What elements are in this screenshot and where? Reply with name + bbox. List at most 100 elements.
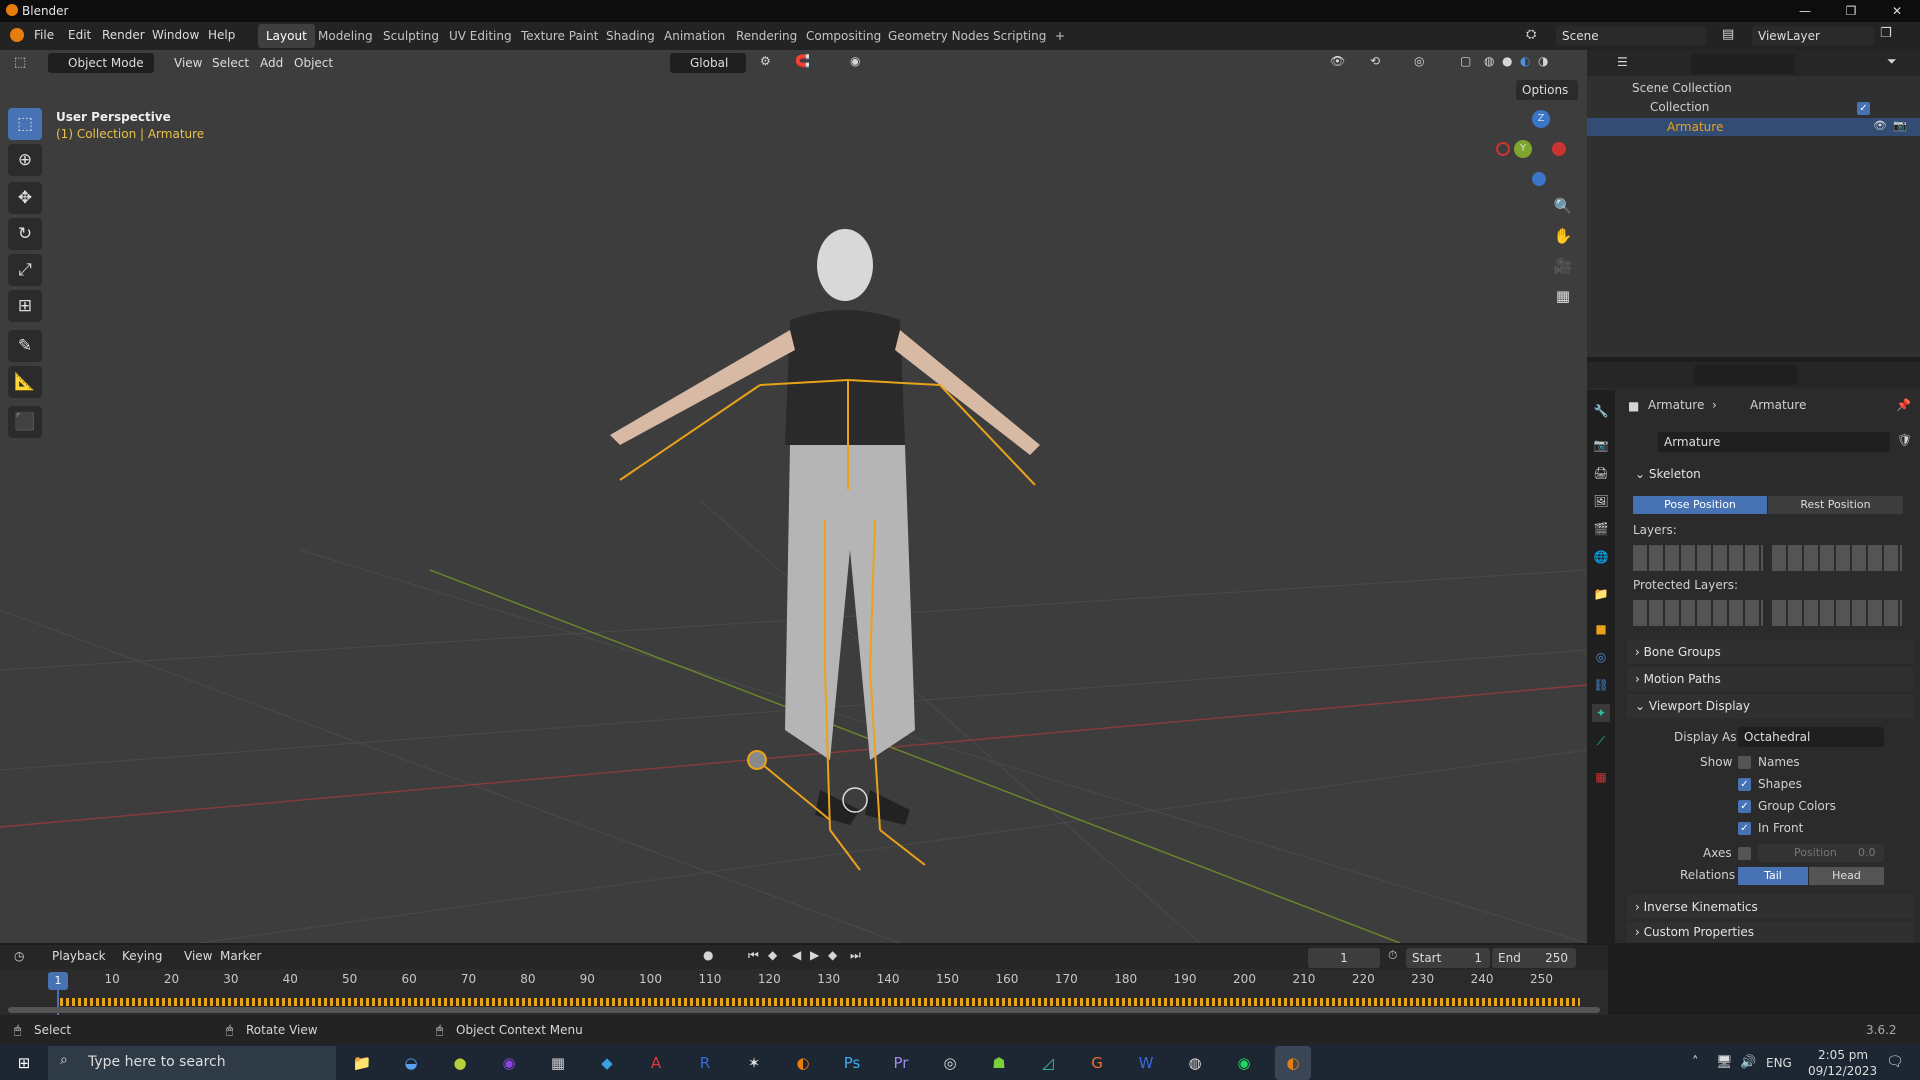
texture-tab-icon[interactable]: ▦ [1592, 768, 1610, 786]
editor-type-icon[interactable]: ⬚ [14, 55, 26, 70]
filter-icon[interactable]: ⏷ [1887, 54, 1897, 69]
properties-search-field[interactable] [1694, 365, 1798, 385]
bone-groups-panel-header[interactable]: › Bone Groups [1627, 640, 1913, 664]
solid-shading-icon[interactable]: ● [1502, 54, 1512, 68]
pan-hand-icon[interactable]: ✋ [1550, 223, 1576, 249]
viewport-menu-view[interactable]: View [168, 53, 208, 73]
outliner-selected-row[interactable] [1587, 118, 1920, 136]
premiere-icon[interactable]: Pr [883, 1046, 919, 1080]
tab-uv-editing[interactable]: UV Editing [441, 24, 520, 48]
breadcrumb-data[interactable]: Armature [1750, 398, 1806, 412]
breadcrumb-object[interactable]: Armature [1648, 398, 1704, 412]
measure-tool[interactable]: 📐 [8, 366, 42, 398]
relations-tail-button[interactable]: Tail [1738, 867, 1808, 885]
tab-compositing[interactable]: Compositing [798, 24, 889, 48]
gizmo-x-axis[interactable] [1552, 142, 1566, 156]
play-reverse-icon[interactable]: ◀ [792, 948, 801, 962]
constraints-tab-icon[interactable]: ⛓ [1592, 676, 1610, 694]
gizmo-y-axis[interactable]: Y [1514, 140, 1532, 158]
outliner-search-field[interactable] [1691, 54, 1795, 74]
minimize-button[interactable]: — [1782, 0, 1828, 22]
custom-properties-panel-header[interactable]: › Custom Properties [1627, 922, 1913, 942]
scene-collection-label[interactable]: Scene Collection [1632, 81, 1732, 95]
navigation-gizmo[interactable]: Z Y [1492, 110, 1572, 190]
relations-head-button[interactable]: Head [1809, 867, 1884, 885]
tab-shading[interactable]: Shading [598, 24, 663, 48]
current-frame-field[interactable]: 1 [1308, 948, 1380, 968]
close-button[interactable]: ✕ [1874, 0, 1920, 22]
physics-tab-icon[interactable]: ◎ [1592, 648, 1610, 666]
tray-chevron-icon[interactable]: ˄ [1692, 1055, 1699, 1070]
viewlayer-name-field[interactable]: ViewLayer [1752, 26, 1874, 46]
pin-icon[interactable]: 📌 [1896, 398, 1911, 412]
options-dropdown[interactable]: Options [1516, 80, 1578, 100]
rhino-icon[interactable]: ✶ [736, 1046, 772, 1080]
viewport-menu-select[interactable]: Select [206, 53, 255, 73]
clock-time[interactable]: 2:05 pm [1818, 1048, 1868, 1062]
armature-row[interactable]: Armature [1667, 120, 1723, 134]
cursor-tool[interactable]: ⊕ [8, 144, 42, 176]
menu-file[interactable]: File [34, 28, 54, 42]
prev-keyframe-icon[interactable]: ◆ [768, 948, 777, 962]
output-tab-icon[interactable]: 🖨 [1592, 464, 1610, 482]
viewlayer-icon[interactable]: ▤ [1722, 27, 1734, 42]
transform-tool[interactable]: ⊞ [8, 290, 42, 322]
tab-sculpting[interactable]: Sculpting [375, 24, 447, 48]
rendered-shading-icon[interactable]: ◑ [1538, 54, 1548, 68]
tab-texture-paint[interactable]: Texture Paint [513, 24, 606, 48]
add-cube-tool[interactable]: ⬛ [8, 406, 42, 438]
keyframe-summary-row[interactable] [60, 998, 1580, 1006]
protected-layers-grid-right[interactable] [1772, 600, 1902, 626]
pivot-icon[interactable]: ⚙ [760, 54, 771, 68]
rest-position-button[interactable]: Rest Position [1768, 496, 1903, 514]
preview-range-icon[interactable]: ⏱ [1388, 948, 1397, 963]
timeline-menu-view[interactable]: View [178, 946, 218, 966]
motion-paths-panel-header[interactable]: › Motion Paths [1627, 667, 1913, 691]
taskbar-search-box[interactable]: ⌕ Type here to search [48, 1046, 336, 1080]
new-viewlayer-icon[interactable]: ❐ [1880, 26, 1892, 41]
tennis-app-icon[interactable]: ● [442, 1046, 478, 1080]
tab-modeling[interactable]: Modeling [310, 24, 381, 48]
gizmo-toggle-icon[interactable]: ⟲ [1370, 54, 1380, 68]
armature-data-tab-icon[interactable]: ✦ [1592, 704, 1610, 722]
layers-grid-left[interactable] [1633, 545, 1763, 571]
viewport-display-panel-header[interactable]: ⌄ Viewport Display [1627, 694, 1913, 718]
select-box-tool[interactable]: ⬚ [8, 108, 42, 140]
globe-app-icon[interactable]: ◍ [1177, 1046, 1213, 1080]
viewport-menu-object[interactable]: Object [288, 53, 339, 73]
pose-position-button[interactable]: Pose Position [1633, 496, 1767, 514]
menu-window[interactable]: Window [152, 28, 199, 42]
mode-dropdown[interactable]: Object Mode [48, 53, 154, 73]
timeline-scrollbar[interactable] [8, 1007, 1600, 1013]
inverse-kinematics-panel-header[interactable]: › Inverse Kinematics [1627, 895, 1913, 919]
disable-render-icon[interactable]: 📷 [1893, 119, 1907, 132]
axes-position-field[interactable]: Position 0.0 [1758, 844, 1884, 862]
fake-user-icon[interactable]: 🛡 [1897, 433, 1912, 447]
menu-help[interactable]: Help [208, 28, 235, 42]
wireframe-shading-icon[interactable]: ◍ [1484, 54, 1494, 68]
collection-row[interactable]: Collection [1650, 100, 1709, 114]
network-icon[interactable]: 🖥 [1716, 1055, 1733, 1070]
menu-edit[interactable]: Edit [68, 28, 91, 42]
hide-in-viewport-icon[interactable]: 👁 [1873, 119, 1887, 132]
google-earth-icon[interactable]: ◒ [393, 1046, 429, 1080]
purple-app-icon[interactable]: ◉ [491, 1046, 527, 1080]
playhead[interactable]: 1 [48, 972, 68, 990]
world-tab-icon[interactable]: 🌐 [1592, 548, 1610, 566]
add-workspace-button[interactable]: + [1047, 24, 1073, 48]
visibility-icon[interactable]: 👁 [1330, 54, 1345, 68]
end-frame-field[interactable]: End 250 [1492, 948, 1576, 968]
play-icon[interactable]: ▶ [810, 948, 819, 962]
object-tab-icon[interactable]: ■ [1592, 620, 1610, 638]
tab-rendering[interactable]: Rendering [728, 24, 805, 48]
volume-icon[interactable]: 🔊 [1740, 1055, 1756, 1070]
scene-tab-icon[interactable]: 🎬 [1592, 520, 1610, 538]
in-front-checkbox[interactable]: ✓ [1738, 822, 1751, 835]
ortho-grid-icon[interactable]: ▦ [1550, 283, 1576, 309]
collection-include-checkbox[interactable]: ✓ [1857, 102, 1870, 115]
zoom-icon[interactable]: 🔍 [1550, 193, 1576, 219]
tab-animation[interactable]: Animation [656, 24, 733, 48]
notifications-icon[interactable]: 🗨 [1886, 1054, 1904, 1070]
clock-date[interactable]: 09/12/2023 [1808, 1064, 1877, 1078]
menu-render[interactable]: Render [102, 28, 145, 42]
